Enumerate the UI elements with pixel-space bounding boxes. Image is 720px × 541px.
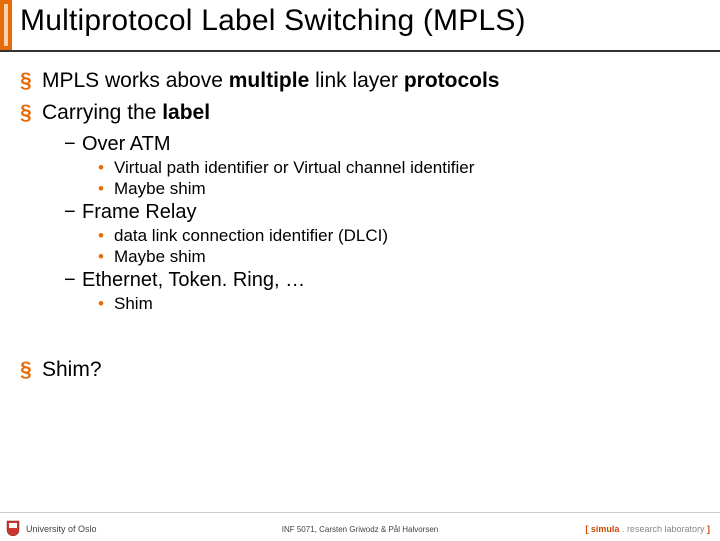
bullet-bold: protocols bbox=[404, 69, 500, 92]
bullet-l3: Maybe shim bbox=[98, 247, 700, 267]
footer-sub: research laboratory bbox=[627, 524, 705, 534]
bullet-l3: Shim bbox=[98, 294, 700, 314]
slide: Multiprotocol Label Switching (MPLS) MPL… bbox=[0, 0, 720, 540]
title-accent bbox=[0, 0, 12, 50]
bullet-l1: MPLS works above multiple link layer pro… bbox=[20, 68, 700, 94]
bullet-l3: Virtual path identifier or Virtual chann… bbox=[98, 158, 700, 178]
footer: University of Oslo INF 5071, Carsten Gri… bbox=[0, 512, 720, 540]
bullet-l1: Shim? bbox=[20, 357, 700, 383]
bullet-text: MPLS works above bbox=[42, 69, 229, 92]
footer-bracket: ] bbox=[707, 524, 710, 534]
footer-brand: simula bbox=[591, 524, 620, 534]
bullet-bold: multiple bbox=[229, 69, 310, 92]
bullet-bold: label bbox=[162, 101, 210, 124]
title-bar: Multiprotocol Label Switching (MPLS) bbox=[0, 0, 720, 50]
bullet-l3: Maybe shim bbox=[98, 179, 700, 199]
bullet-l2: Over ATM bbox=[64, 133, 700, 156]
title-accent-inner bbox=[4, 4, 8, 46]
bullet-text: Carrying the bbox=[42, 101, 162, 124]
footer-right: [ simula . research laboratory ] bbox=[585, 524, 710, 534]
slide-title: Multiprotocol Label Switching (MPLS) bbox=[20, 4, 526, 38]
bullet-l2: Frame Relay bbox=[64, 201, 700, 224]
bullet-text: link layer bbox=[315, 69, 404, 92]
spacer bbox=[20, 315, 700, 357]
title-underline bbox=[0, 50, 720, 52]
bullet-l1: Carrying the label bbox=[20, 100, 700, 126]
bullet-l2: Ethernet, Token. Ring, … bbox=[64, 269, 700, 292]
content-area: MPLS works above multiple link layer pro… bbox=[20, 68, 700, 389]
bullet-l3: data link connection identifier (DLCI) bbox=[98, 226, 700, 246]
